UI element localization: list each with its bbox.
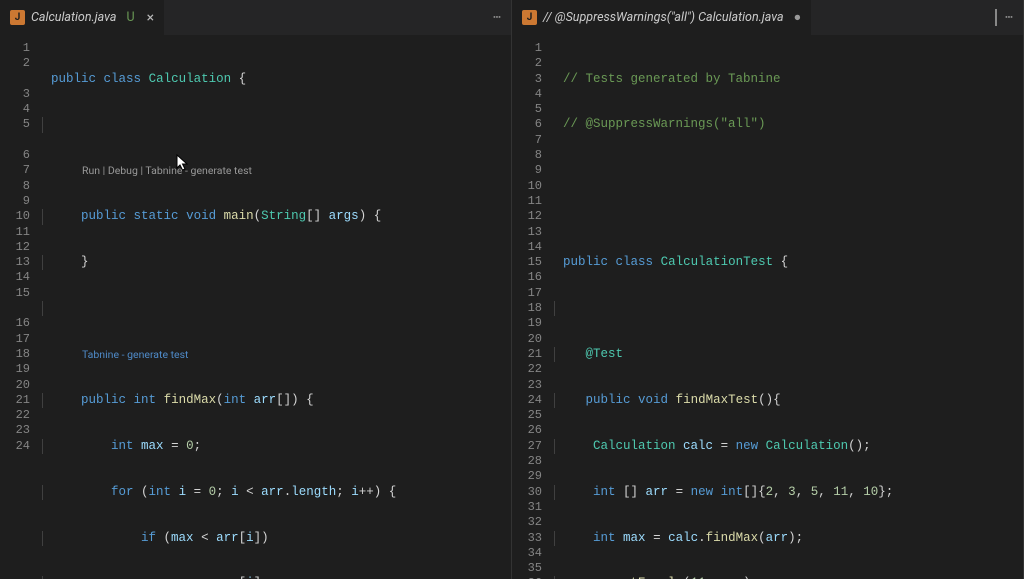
codelens-run-debug[interactable]: Run | Debug | Tabnine - generate test	[42, 163, 511, 178]
code-editor-left[interactable]: 1 2 3 4 5 6 7 8 9 10 11 12 13 14 15 16 1…	[0, 35, 511, 579]
close-icon[interactable]: ×	[147, 10, 154, 26]
more-icon[interactable]: ⋯	[1005, 10, 1013, 25]
line-number-gutter: 1 2 3 4 5 6 7 8 9 10 11 12 13 14 15 16 1…	[512, 35, 554, 579]
tab-title: // @SuppressWarnings("all") Calculation.…	[543, 10, 784, 25]
modified-dot-icon: ●	[794, 10, 802, 25]
tab-title: Calculation.java	[31, 10, 117, 25]
java-file-icon: J	[522, 10, 537, 25]
more-icon[interactable]: ⋯	[493, 10, 501, 25]
tab-actions-right: ⋯	[995, 10, 1023, 25]
split-editor-icon[interactable]	[995, 10, 997, 25]
code-editor-right[interactable]: 1 2 3 4 5 6 7 8 9 10 11 12 13 14 15 16 1…	[512, 35, 1023, 579]
editor-pane-right: J // @SuppressWarnings("all") Calculatio…	[512, 0, 1024, 579]
tab-actions-left: ⋯	[493, 10, 511, 25]
git-status-badge: U	[127, 10, 135, 25]
tab-bar-right: J // @SuppressWarnings("all") Calculatio…	[512, 0, 1023, 35]
java-file-icon: J	[10, 10, 25, 25]
tab-calculation-test-java[interactable]: J // @SuppressWarnings("all") Calculatio…	[512, 0, 811, 35]
tab-calculation-java[interactable]: J Calculation.java U ×	[0, 0, 164, 35]
line-number-gutter: 1 2 3 4 5 6 7 8 9 10 11 12 13 14 15 16 1…	[0, 35, 42, 579]
codelens-tabnine-1[interactable]: Tabnine - generate test	[42, 347, 511, 362]
code-content-right[interactable]: // Tests generated by Tabnine // @Suppre…	[554, 35, 1023, 579]
code-content-left[interactable]: public class Calculation { Run | Debug |…	[42, 35, 511, 579]
editor-pane-left: J Calculation.java U × ⋯ 1 2 3 4 5 6 7 8…	[0, 0, 512, 579]
tab-bar-left: J Calculation.java U × ⋯	[0, 0, 511, 35]
